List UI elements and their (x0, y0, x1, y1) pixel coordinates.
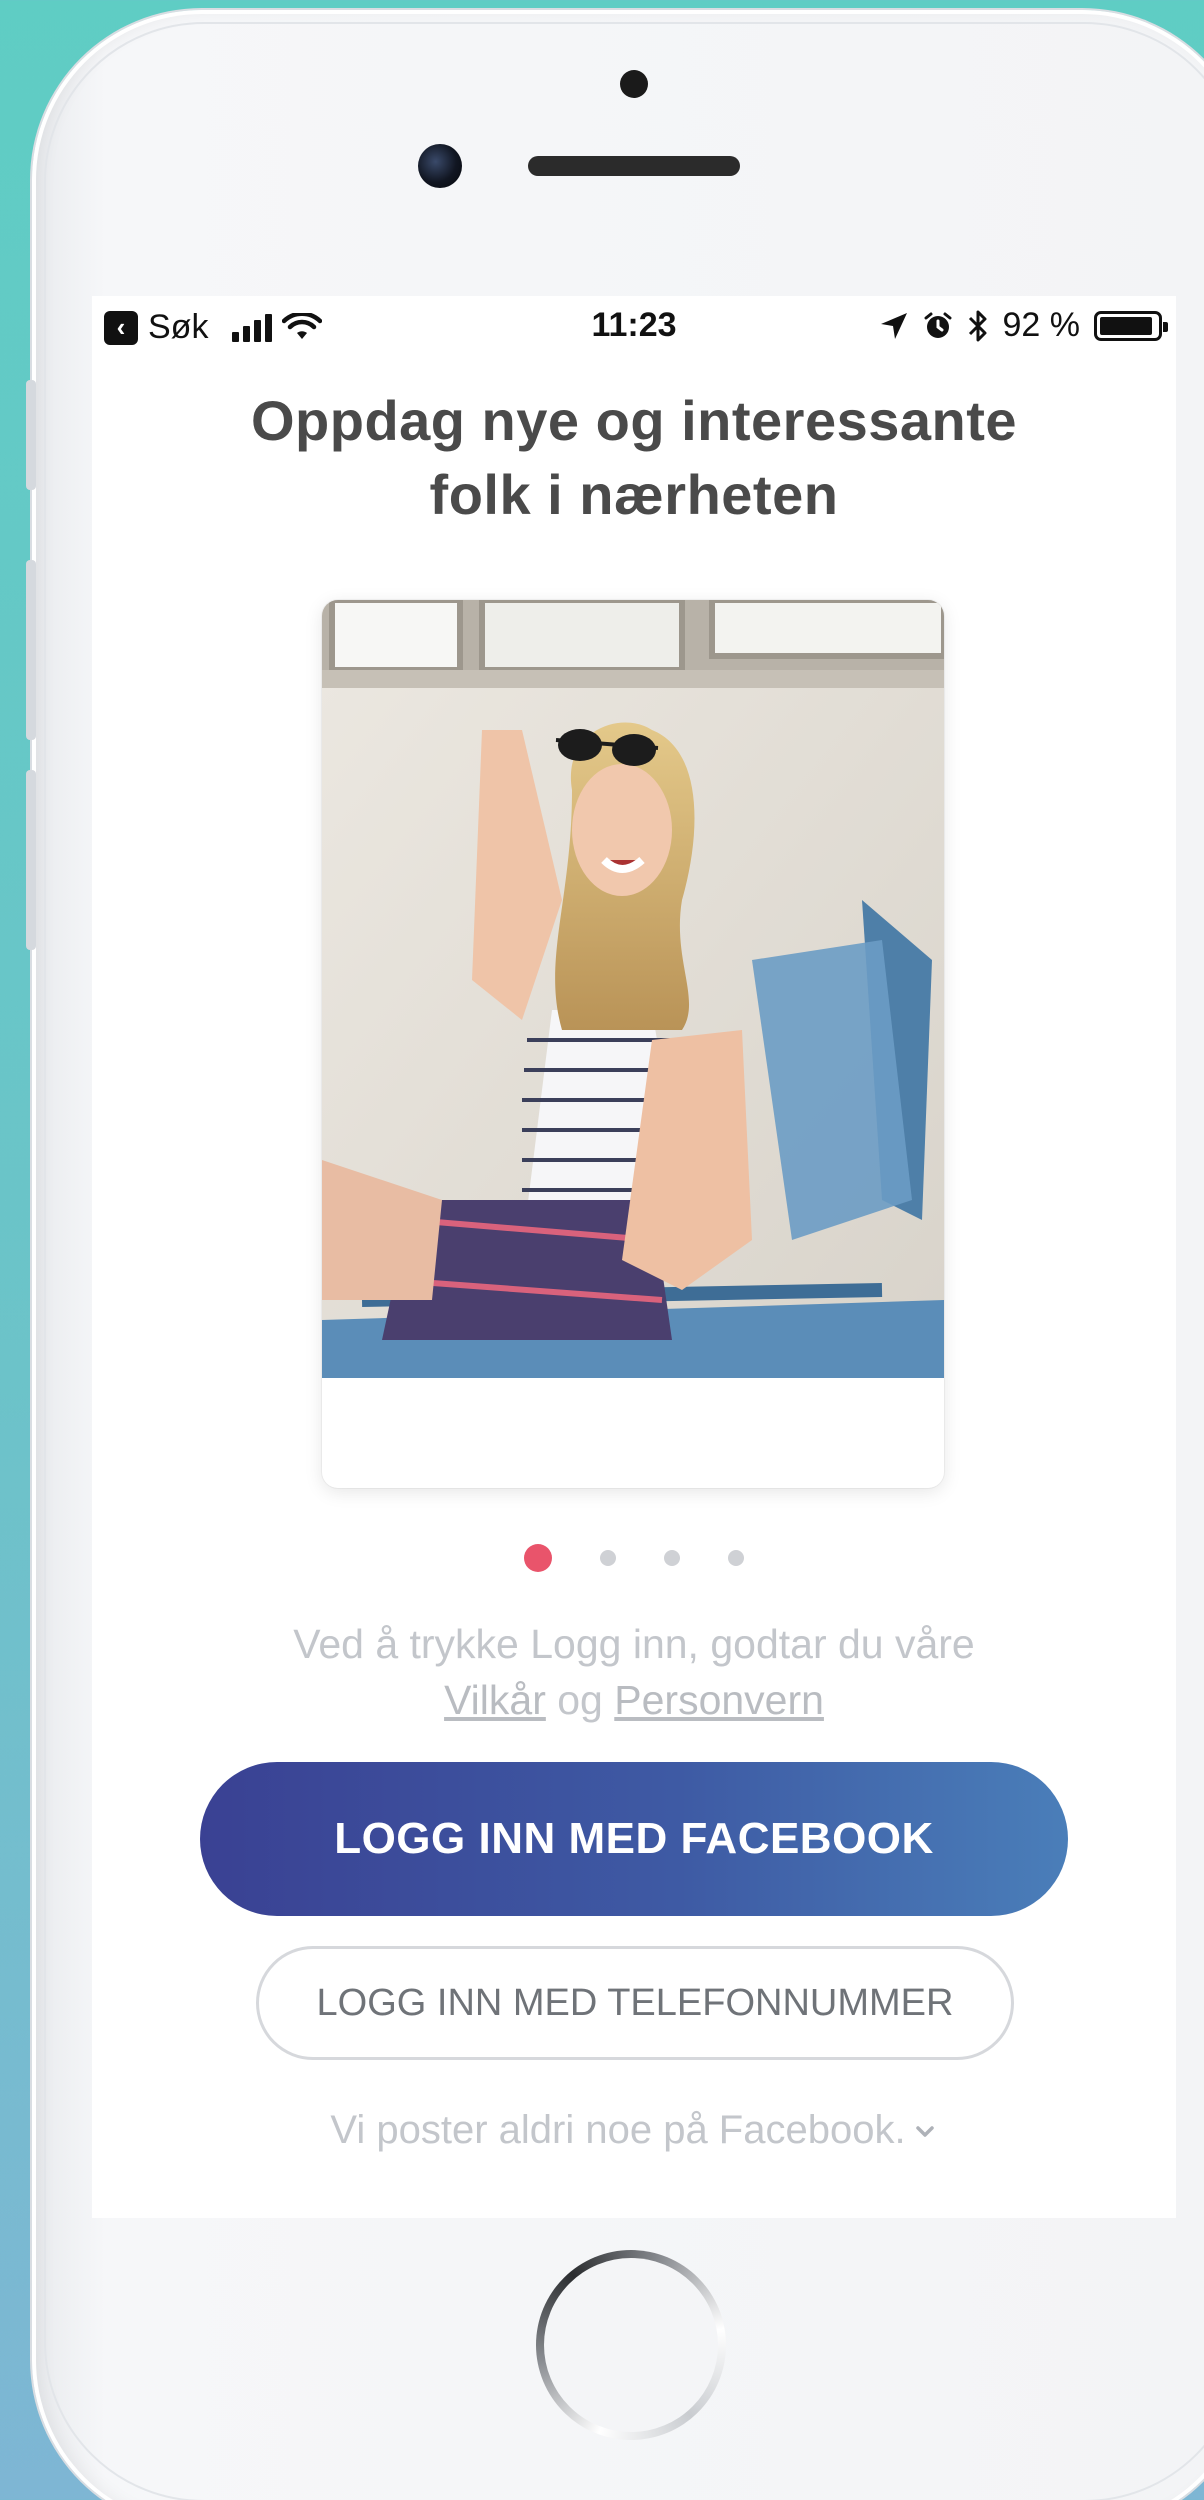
terms-connector: og (557, 1677, 603, 1723)
terms-links-row: Vilkår og Personvern (92, 1672, 1176, 1728)
carousel-dot[interactable] (600, 1550, 616, 1566)
facebook-privacy-note[interactable]: Vi poster aldri noe på Facebook. (92, 2108, 1176, 2153)
carousel-dot[interactable] (524, 1544, 552, 1572)
proximity-sensor (620, 70, 648, 98)
facebook-privacy-text[interactable]: Vi poster aldri noe på Facebook. (330, 2108, 905, 2153)
title-line-1: Oppdag nye og interessante (250, 389, 1018, 452)
carousel-pagination (92, 1544, 1176, 1572)
battery-percent: 92 % (1002, 306, 1081, 344)
bluetooth-icon (968, 310, 986, 341)
terms-link[interactable]: Vilkår (444, 1677, 546, 1723)
volume-up-button (26, 560, 36, 740)
location-arrow-icon (880, 312, 907, 339)
terms-text: Ved å trykke Logg inn, godtar du våre (293, 1621, 975, 1667)
facebook-login-button[interactable]: LOGG INN MED FACEBOOK (200, 1762, 1068, 1916)
volume-down-button (26, 770, 36, 950)
chevron-down-icon[interactable] (912, 2118, 938, 2144)
carousel-dot[interactable] (664, 1550, 680, 1566)
profile-photo (322, 600, 944, 1378)
battery-icon (1094, 310, 1168, 341)
carousel-dot[interactable] (728, 1550, 744, 1566)
phone-login-button[interactable]: LOGG INN MED TELEFONNUMMER (256, 1946, 1014, 2060)
terms-notice: Ved å trykke Logg inn, godtar du våre Vi… (92, 1616, 1176, 1728)
alarm-clock-icon (924, 312, 951, 338)
carousel-card[interactable] (322, 600, 944, 1488)
page-title: Oppdag nye og interessante folk i nærhet… (92, 384, 1176, 532)
privacy-link[interactable]: Personvern (614, 1677, 824, 1723)
app-screen: ‹ Søk 11:23 92 % Oppdag nye og interessa… (92, 296, 1176, 2218)
home-button[interactable] (536, 2250, 726, 2440)
front-camera (418, 144, 462, 188)
battery-level (1100, 316, 1152, 335)
earpiece-speaker (528, 156, 740, 176)
status-bar: ‹ Søk 11:23 92 % (92, 296, 1176, 356)
status-right: 92 % (879, 306, 1168, 345)
mute-switch (26, 380, 36, 490)
title-line-2: folk i nærheten (429, 463, 839, 526)
